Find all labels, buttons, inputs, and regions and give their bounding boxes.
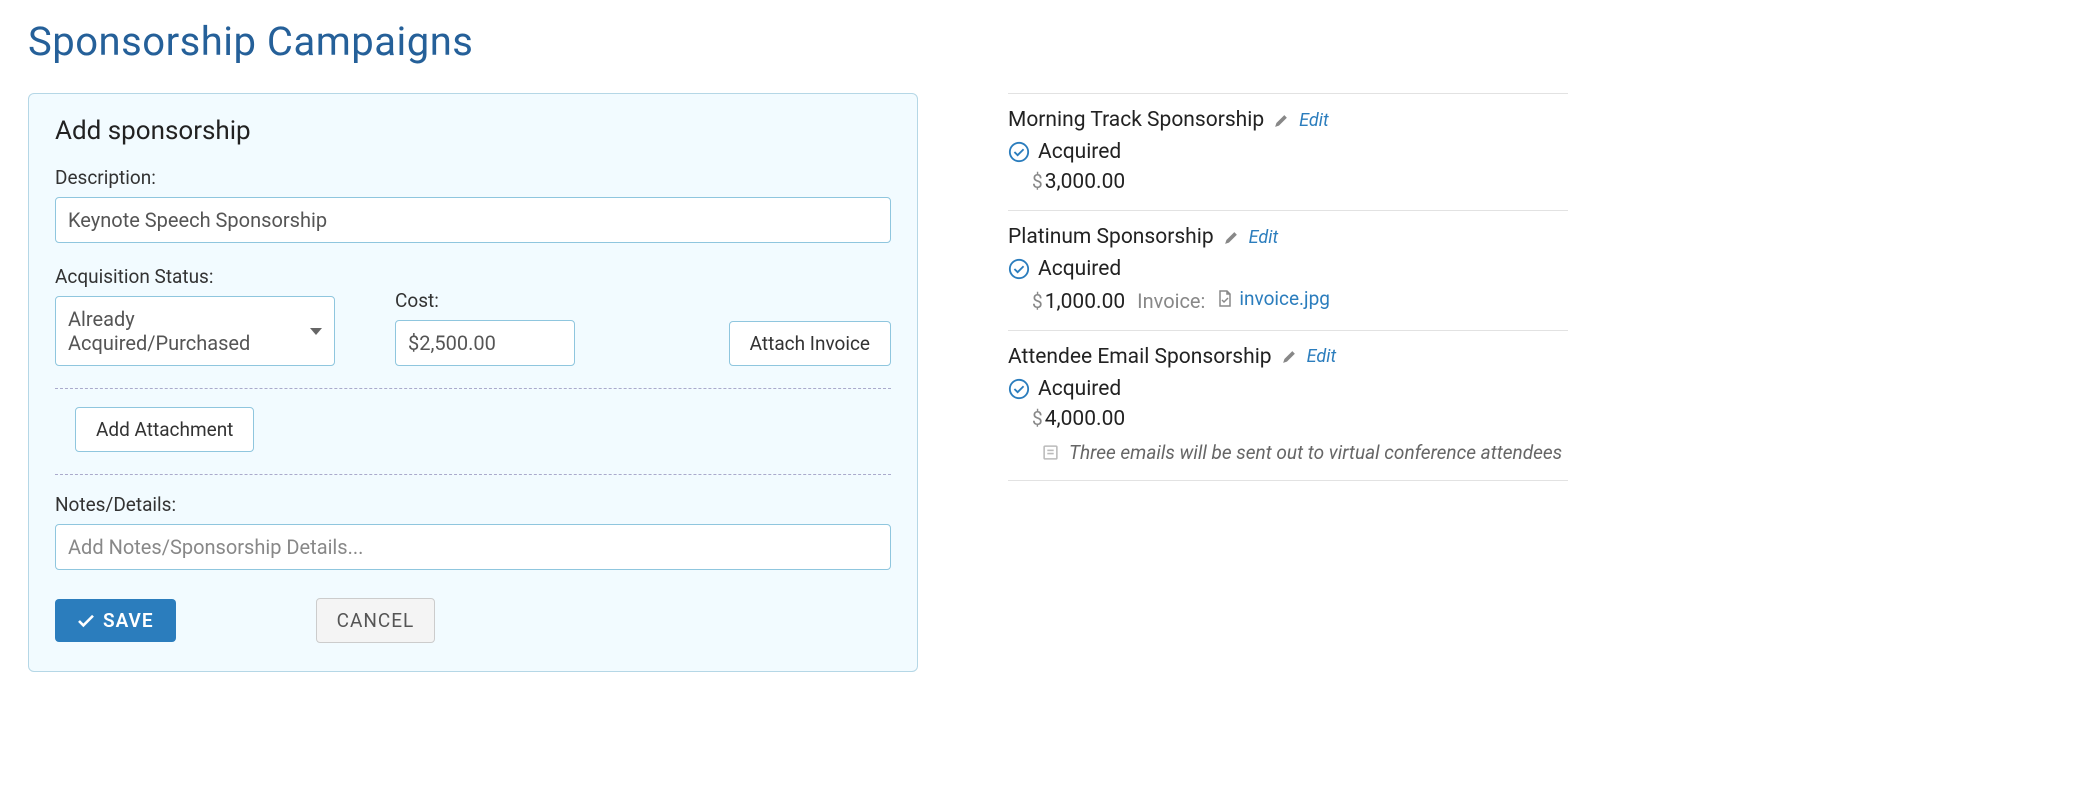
list-item: Attendee Email Sponsorship Edit Acquired… (1008, 331, 1568, 481)
pencil-icon (1274, 113, 1289, 128)
sponsorship-list: Morning Track Sponsorship Edit Acquired … (1008, 93, 1568, 481)
status-select[interactable]: Already Acquired/Purchased (55, 296, 335, 366)
item-status: Acquired (1038, 257, 1121, 281)
check-icon (77, 614, 95, 628)
item-status: Acquired (1038, 377, 1121, 401)
cost-input[interactable] (395, 320, 575, 366)
invoice-filename: invoice.jpg (1239, 287, 1330, 310)
check-circle-icon (1008, 258, 1030, 280)
edit-link[interactable]: Edit (1307, 346, 1337, 367)
currency-symbol: $ (1032, 290, 1043, 313)
form-heading: Add sponsorship (55, 116, 891, 146)
divider (55, 474, 891, 475)
file-icon (1217, 290, 1233, 308)
pencil-icon (1282, 349, 1297, 364)
edit-link[interactable]: Edit (1299, 110, 1329, 131)
note-icon (1042, 444, 1059, 461)
add-sponsorship-form: Add sponsorship Description: Acquisition… (28, 93, 918, 672)
status-label: Acquisition Status: (55, 265, 335, 288)
edit-link[interactable]: Edit (1249, 227, 1279, 248)
list-item: Platinum Sponsorship Edit Acquired $1,00… (1008, 211, 1568, 331)
list-item: Morning Track Sponsorship Edit Acquired … (1008, 94, 1568, 211)
check-circle-icon (1008, 378, 1030, 400)
notes-label: Notes/Details: (55, 493, 891, 516)
item-status: Acquired (1038, 140, 1121, 164)
currency-symbol: $ (1032, 170, 1043, 193)
description-label: Description: (55, 166, 891, 189)
notes-input[interactable] (55, 524, 891, 570)
cost-label: Cost: (395, 289, 575, 312)
item-amount: 3,000.00 (1045, 170, 1125, 194)
invoice-label: Invoice: (1137, 289, 1205, 313)
add-attachment-button[interactable]: Add Attachment (75, 407, 254, 452)
check-circle-icon (1008, 141, 1030, 163)
save-button[interactable]: SAVE (55, 599, 176, 642)
currency-symbol: $ (1032, 407, 1043, 430)
pencil-icon (1224, 230, 1239, 245)
page-title: Sponsorship Campaigns (28, 18, 2045, 65)
divider (55, 388, 891, 389)
save-button-label: SAVE (103, 609, 154, 632)
item-amount: 4,000.00 (1045, 407, 1125, 431)
cancel-button[interactable]: CANCEL (316, 598, 436, 643)
status-select-value: Already Acquired/Purchased (68, 307, 310, 355)
item-title: Attendee Email Sponsorship (1008, 345, 1272, 369)
item-title: Morning Track Sponsorship (1008, 108, 1264, 132)
attach-invoice-button[interactable]: Attach Invoice (729, 321, 891, 366)
chevron-down-icon (310, 328, 322, 335)
item-title: Platinum Sponsorship (1008, 225, 1214, 249)
item-note: Three emails will be sent out to virtual… (1069, 441, 1562, 464)
invoice-link[interactable]: invoice.jpg (1217, 287, 1330, 310)
item-amount: 1,000.00 (1045, 290, 1125, 314)
description-input[interactable] (55, 197, 891, 243)
